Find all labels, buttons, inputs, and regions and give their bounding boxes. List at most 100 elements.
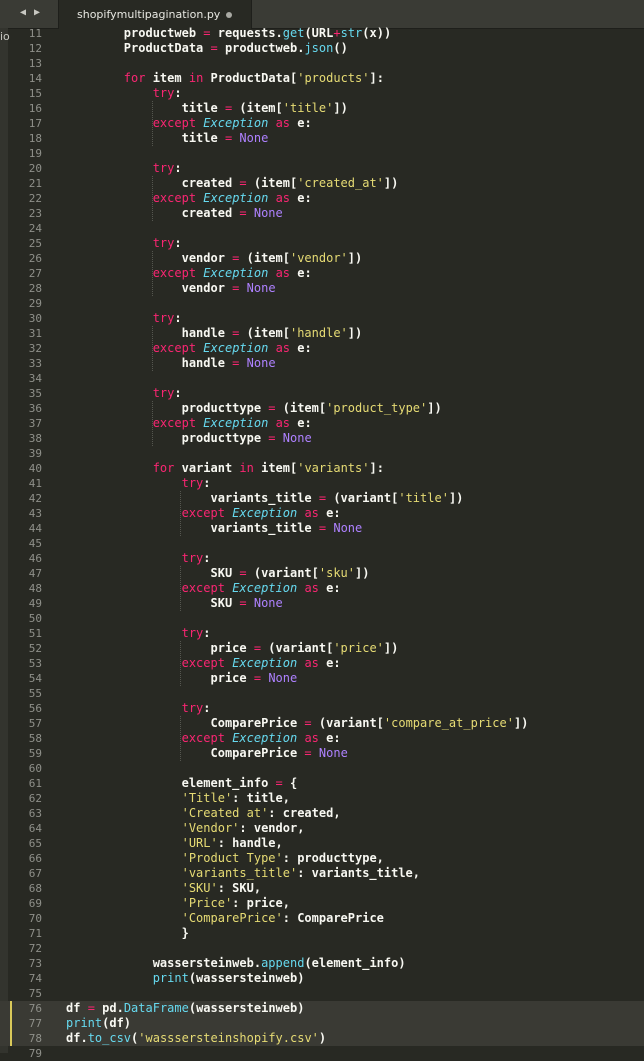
code-line[interactable]: 41 try: — [0, 476, 644, 491]
code-line[interactable]: 17 except Exception as e: — [0, 116, 644, 131]
code-line[interactable]: 43 except Exception as e: — [0, 506, 644, 521]
code-line[interactable]: 65 'URL': handle, — [0, 836, 644, 851]
code-line[interactable]: 20 try: — [0, 161, 644, 176]
code-line[interactable]: 64 'Vendor': vendor, — [0, 821, 644, 836]
code-line[interactable]: 46 try: — [0, 551, 644, 566]
code-line[interactable]: 75 — [0, 986, 644, 1001]
code-line[interactable]: 66 'Product Type': producttype, — [0, 851, 644, 866]
code-text: 'Created at': created, — [181, 806, 341, 820]
code-line[interactable]: 38 producttype = None — [0, 431, 644, 446]
code-line[interactable]: 19 — [0, 146, 644, 161]
line-number: 42 — [28, 492, 42, 505]
code-line[interactable]: 79 — [0, 1046, 644, 1061]
code-line[interactable]: 57 ComparePrice = (variant['compare_at_p… — [0, 716, 644, 731]
code-line[interactable]: 29 — [0, 296, 644, 311]
code-line[interactable]: 68 'SKU': SKU, — [0, 881, 644, 896]
code-line[interactable]: 26 vendor = (item['vendor']) — [0, 251, 644, 266]
code-line[interactable]: 33 handle = None — [0, 356, 644, 371]
line-number: 67 — [28, 867, 42, 880]
unsaved-dot-icon[interactable] — [226, 12, 232, 18]
code-text: 'ComparePrice': ComparePrice — [181, 911, 384, 925]
indent-guide — [180, 716, 181, 761]
code-line[interactable]: 37 except Exception as e: — [0, 416, 644, 431]
code-line[interactable]: 24 — [0, 221, 644, 236]
code-line[interactable]: 55 — [0, 686, 644, 701]
line-number: 16 — [28, 102, 42, 115]
line-number: 11 — [28, 27, 42, 40]
code-text: producttype = None — [66, 431, 312, 445]
code-line[interactable]: 31 handle = (item['handle']) — [0, 326, 644, 341]
indent-guide — [180, 566, 181, 611]
indent-guide — [152, 326, 153, 371]
code-text: price = None — [66, 671, 298, 685]
code-line[interactable]: 14 for item in ProductData['products']: — [0, 71, 644, 86]
code-line[interactable]: 76 df = pd.DataFrame(wassersteinweb) — [0, 1001, 644, 1016]
line-number: 61 — [28, 777, 42, 790]
tab-title: shopifymultipagination.py — [77, 8, 221, 21]
code-line[interactable]: 58 except Exception as e: — [0, 731, 644, 746]
code-line[interactable]: 50 — [0, 611, 644, 626]
line-number: 40 — [28, 462, 42, 475]
code-line[interactable]: 40 for variant in item['variants']: — [0, 461, 644, 476]
indent-guide — [152, 176, 153, 221]
line-number: 48 — [28, 582, 42, 595]
indent-guide — [152, 101, 153, 146]
line-number: 52 — [28, 642, 42, 655]
code-line[interactable]: 21 created = (item['created_at']) — [0, 176, 644, 191]
code-line[interactable]: 70 'ComparePrice': ComparePrice — [0, 911, 644, 926]
code-line[interactable]: 15 try: — [0, 86, 644, 101]
code-text: 'SKU': SKU, — [181, 881, 262, 895]
indent-guide — [152, 401, 153, 446]
code-line[interactable]: 49 SKU = None — [0, 596, 644, 611]
code-line[interactable]: 67 'variants_title': variants_title, — [0, 866, 644, 881]
code-line[interactable]: 60 — [0, 761, 644, 776]
nav-arrows-icon[interactable]: ◀ ▶ — [20, 7, 41, 18]
line-number: 74 — [28, 972, 42, 985]
code-line[interactable]: 32 except Exception as e: — [0, 341, 644, 356]
code-line[interactable]: 34 — [0, 371, 644, 386]
tab-file[interactable]: shopifymultipagination.py — [58, 0, 252, 29]
code-line[interactable]: 63 'Created at': created, — [0, 806, 644, 821]
tab-bar: ◀ ▶ shopifymultipagination.py — [0, 0, 644, 29]
code-line[interactable]: 35 try: — [0, 386, 644, 401]
code-line[interactable]: 56 try: — [0, 701, 644, 716]
code-line[interactable]: 51 try: — [0, 626, 644, 641]
code-line[interactable]: 54 price = None — [0, 671, 644, 686]
code-line[interactable]: 48 except Exception as e: — [0, 581, 644, 596]
code-line[interactable]: 77 print(df) — [0, 1016, 644, 1031]
code-line[interactable]: 69 'Price': price, — [0, 896, 644, 911]
code-line[interactable]: 59 ComparePrice = None — [0, 746, 644, 761]
code-line[interactable]: 23 created = None — [0, 206, 644, 221]
code-line[interactable]: 74 print(wassersteinweb) — [0, 971, 644, 986]
code-line[interactable]: 30 try: — [0, 311, 644, 326]
code-line[interactable]: 78 df.to_csv('wasssersteinshopify.csv') — [0, 1031, 644, 1046]
code-line[interactable]: 13 — [0, 56, 644, 71]
code-line[interactable]: 18 title = None — [0, 131, 644, 146]
code-line[interactable]: 71 } — [0, 926, 644, 941]
code-text: except Exception as e: — [181, 506, 341, 520]
code-text: try: — [152, 86, 182, 100]
code-line[interactable]: 47 SKU = (variant['sku']) — [0, 566, 644, 581]
code-line[interactable]: 27 except Exception as e: — [0, 266, 644, 281]
code-text: SKU = None — [66, 596, 283, 610]
code-line[interactable]: 44 variants_title = None — [0, 521, 644, 536]
code-line[interactable]: 72 — [0, 941, 644, 956]
code-line[interactable]: 53 except Exception as e: — [0, 656, 644, 671]
line-number: 20 — [28, 162, 42, 175]
code-line[interactable]: 28 vendor = None — [0, 281, 644, 296]
line-number: 37 — [28, 417, 42, 430]
code-line[interactable]: 12 ProductData = productweb.json() — [0, 41, 644, 56]
code-line[interactable]: 36 producttype = (item['product_type']) — [0, 401, 644, 416]
code-line[interactable]: 22 except Exception as e: — [0, 191, 644, 206]
code-line[interactable]: 11 productweb = requests.get(URL+str(x)) — [0, 26, 644, 41]
line-number: 24 — [28, 222, 42, 235]
code-line[interactable]: 62 'Title': title, — [0, 791, 644, 806]
code-line[interactable]: 16 title = (item['title']) — [0, 101, 644, 116]
code-line[interactable]: 61 element_info = { — [0, 776, 644, 791]
code-line[interactable]: 39 — [0, 446, 644, 461]
code-line[interactable]: 42 variants_title = (variant['title']) — [0, 491, 644, 506]
code-line[interactable]: 25 try: — [0, 236, 644, 251]
code-line[interactable]: 73 wassersteinweb.append(element_info) — [0, 956, 644, 971]
code-line[interactable]: 45 — [0, 536, 644, 551]
code-line[interactable]: 52 price = (variant['price']) — [0, 641, 644, 656]
